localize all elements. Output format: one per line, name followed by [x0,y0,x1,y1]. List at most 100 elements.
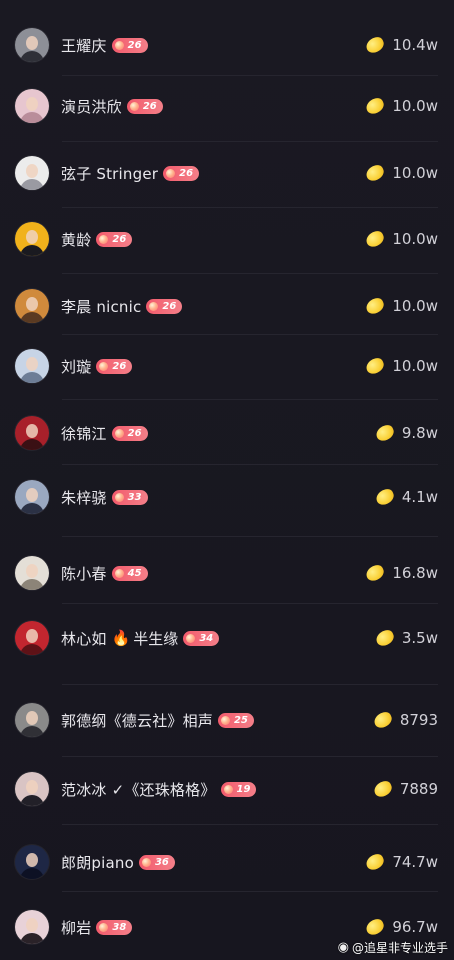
level-badge: 19 [220,781,257,797]
divider [62,334,438,335]
gift-value: 10.0w [392,357,438,375]
avatar[interactable] [15,621,49,655]
avatar[interactable] [15,556,49,590]
user-name: 徐锦江 [61,424,107,443]
list-item[interactable]: 徐锦江 26 9.8w [0,413,454,453]
gold-bean-icon [371,778,394,800]
watermark: ◉ @追星非专业选手 [338,939,448,956]
divider [62,824,438,825]
level-badge: 45 [111,565,148,581]
level-badge: 26 [126,98,163,114]
level-badge: 36 [138,854,175,870]
avatar[interactable] [15,845,49,879]
gift-value: 10.0w [392,230,438,248]
list-item[interactable]: 王耀庆 26 10.4w [0,25,454,65]
avatar[interactable] [15,772,49,806]
list-item[interactable]: 郎朗piano 36 74.7w [0,842,454,882]
avatar[interactable] [15,349,49,383]
level-badge: 33 [111,489,148,505]
gem-icon [149,301,159,311]
gift-value: 10.0w [392,164,438,182]
list-item[interactable]: 弦子 Stringer 26 10.0w [0,153,454,193]
user-name: 柳岩 [61,918,92,937]
user-name: 郭德纲《德云社》相声 [61,711,214,730]
user-name: 王耀庆 [61,36,107,55]
divider [62,891,438,892]
user-name-suffix: 半生缘 [133,629,179,648]
gold-bean-icon [364,851,387,873]
gem-icon [223,784,233,794]
gold-bean-icon [364,562,387,584]
gold-bean-icon [364,295,387,317]
user-name: 林心如 [61,629,107,648]
gem-icon [129,101,139,111]
avatar[interactable] [15,703,49,737]
list-item[interactable]: 朱梓骁 33 4.1w [0,477,454,517]
avatar[interactable] [15,28,49,62]
level-badge: 26 [146,298,183,314]
list-item[interactable]: 陈小春 45 16.8w [0,553,454,593]
gem-icon [99,922,109,932]
list-item[interactable]: 郭德纲《德云社》相声 25 8793 [0,700,454,740]
list-item[interactable]: 李晨 nicnic 26 10.0w [0,286,454,326]
list-item[interactable]: 林心如 🔥 半生缘 34 3.5w [0,618,454,658]
gem-icon [99,234,109,244]
gift-ranking-list: 王耀庆 26 10.4w 演员洪欣 26 10.0w 弦子 Stringer 2… [0,0,454,960]
level-badge: 26 [111,425,148,441]
divider [62,603,438,604]
list-item[interactable]: 刘璇 26 10.0w [0,346,454,386]
avatar[interactable] [15,910,49,944]
avatar[interactable] [15,222,49,256]
level-badge: 25 [218,712,254,728]
gift-value: 8793 [399,711,438,729]
gold-bean-icon [364,162,387,184]
gift-value: 16.8w [392,564,438,582]
divider [62,399,438,400]
user-name: 陈小春 [61,564,107,583]
weibo-icon: ◉ [337,940,349,955]
avatar[interactable] [15,416,49,450]
level-badge: 34 [183,630,220,646]
gem-icon [114,40,124,50]
avatar[interactable] [15,89,49,123]
level-badge: 26 [96,231,133,247]
gold-bean-icon [364,355,387,377]
avatar[interactable] [15,156,49,190]
gift-value: 7889 [399,780,438,798]
gold-bean-icon [373,422,396,444]
avatar[interactable] [15,289,49,323]
divider [62,464,438,465]
gold-bean-icon [373,486,396,508]
list-item[interactable]: 演员洪欣 26 10.0w [0,86,454,126]
user-name: 弦子 Stringer [61,164,159,183]
user-name: 演员洪欣 [61,97,122,116]
divider [62,207,438,208]
gift-value: 96.7w [392,918,438,936]
user-name: 范冰冰 ✓《还珠格格》 [61,780,216,799]
divider [62,273,438,274]
list-item[interactable]: 黄龄 26 10.0w [0,219,454,259]
gold-bean-icon [371,709,394,731]
avatar[interactable] [15,480,49,514]
gold-bean-icon [364,95,387,117]
level-badge: 38 [96,919,133,935]
gem-icon [141,857,151,867]
gem-icon [99,361,109,371]
level-badge: 26 [96,358,133,374]
gift-value: 74.7w [392,853,438,871]
list-item[interactable]: 范冰冰 ✓《还珠格格》 19 7889 [0,769,454,809]
divider [62,684,438,685]
fire-icon: 🔥 [111,629,131,647]
gem-icon [114,492,124,502]
gem-icon [186,633,196,643]
divider [62,75,438,76]
gift-value: 10.0w [392,97,438,115]
gift-value: 10.0w [392,297,438,315]
watermark-text: @追星非专业选手 [351,941,448,955]
gift-value: 3.5w [401,629,438,647]
gift-value: 9.8w [401,424,438,442]
gift-value: 4.1w [401,488,438,506]
gold-bean-icon [373,627,396,649]
divider [62,536,438,537]
user-name: 郎朗piano [61,853,134,872]
